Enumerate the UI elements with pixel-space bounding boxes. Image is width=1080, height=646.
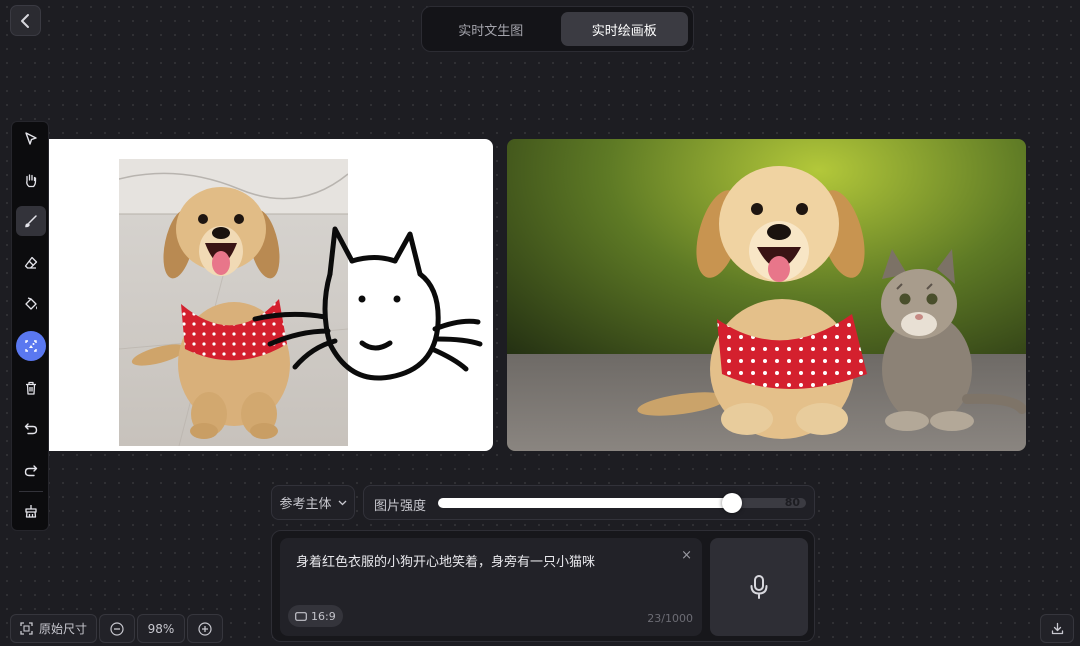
back-button[interactable] [10, 5, 41, 36]
select-tool[interactable] [16, 124, 46, 154]
tab-realtime-text-to-image[interactable]: 实时文生图 [427, 12, 555, 46]
prompt-panel: 身着红色衣服的小狗开心地笑着，身旁有一只小猫咪 × 16:9 23/1000 [271, 530, 815, 642]
mode-tabs: 实时文生图 实时绘画板 [421, 6, 694, 52]
clear-icon [25, 505, 37, 518]
aspect-ratio-button[interactable]: 16:9 [288, 605, 343, 627]
clear-canvas-button[interactable] [16, 496, 46, 526]
eraser-icon [24, 256, 38, 269]
voice-input-button[interactable] [710, 538, 808, 636]
image-strength-value: 80 [784, 496, 800, 509]
prompt-input[interactable]: 身着红色衣服的小狗开心地笑着，身旁有一只小猫咪 × 16:9 23/1000 [280, 538, 702, 636]
slider-thumb[interactable] [722, 493, 743, 513]
brush-icon [25, 215, 37, 228]
zoom-out-button[interactable] [99, 614, 135, 643]
clear-prompt-button[interactable]: × [681, 548, 692, 563]
reference-subject-label: 参考主体 [279, 497, 332, 512]
image-strength-label: 图片强度 [374, 499, 427, 514]
chevron-left-icon [20, 13, 29, 28]
ai-reference-tool[interactable] [16, 331, 46, 361]
aspect-ratio-label: 16:9 [311, 609, 336, 623]
zoom-level: 98% [137, 614, 185, 643]
image-strength-control: 图片强度 80 [363, 485, 815, 520]
download-button[interactable] [1040, 614, 1074, 643]
fit-frame-icon [20, 622, 33, 635]
toolbar-divider [19, 491, 43, 492]
select-arrow-icon [25, 132, 37, 145]
original-size-button[interactable]: 原始尺寸 [10, 614, 97, 643]
zoom-in-button[interactable] [187, 614, 223, 643]
delete-icon [26, 381, 36, 395]
cat-doodle [252, 226, 483, 381]
fill-bucket-icon [25, 297, 37, 310]
redo-button[interactable] [16, 456, 46, 486]
image-strength-slider[interactable] [438, 493, 806, 513]
redo-icon [24, 465, 38, 477]
delete-tool[interactable] [16, 373, 46, 403]
character-count: 23/1000 [647, 612, 693, 625]
ai-reference-icon [25, 340, 37, 352]
brush-tool[interactable] [16, 206, 46, 236]
prompt-text[interactable]: 身着红色衣服的小狗开心地笑着，身旁有一只小猫咪 [296, 554, 676, 572]
aspect-ratio-icon [295, 611, 307, 621]
original-size-label: 原始尺寸 [38, 622, 87, 636]
drawing-toolbar [11, 121, 49, 531]
chevron-down-icon [338, 500, 346, 505]
generated-result-image [507, 139, 1026, 451]
drawing-canvas[interactable] [20, 139, 493, 451]
hand-tool[interactable] [16, 165, 46, 195]
eraser-tool[interactable] [16, 248, 46, 278]
download-icon [1051, 622, 1063, 635]
hand-icon [26, 174, 37, 188]
microphone-icon [750, 575, 768, 599]
slider-fill [438, 498, 733, 508]
reference-subject-select[interactable]: 参考主体 [271, 485, 355, 520]
tab-realtime-drawing-board[interactable]: 实时绘画板 [560, 12, 688, 46]
undo-button[interactable] [16, 414, 46, 444]
zoom-level-value: 98% [147, 621, 175, 636]
zoom-out-icon [110, 621, 124, 636]
fill-tool[interactable] [16, 289, 46, 319]
undo-icon [24, 423, 38, 435]
zoom-in-icon [198, 621, 212, 636]
